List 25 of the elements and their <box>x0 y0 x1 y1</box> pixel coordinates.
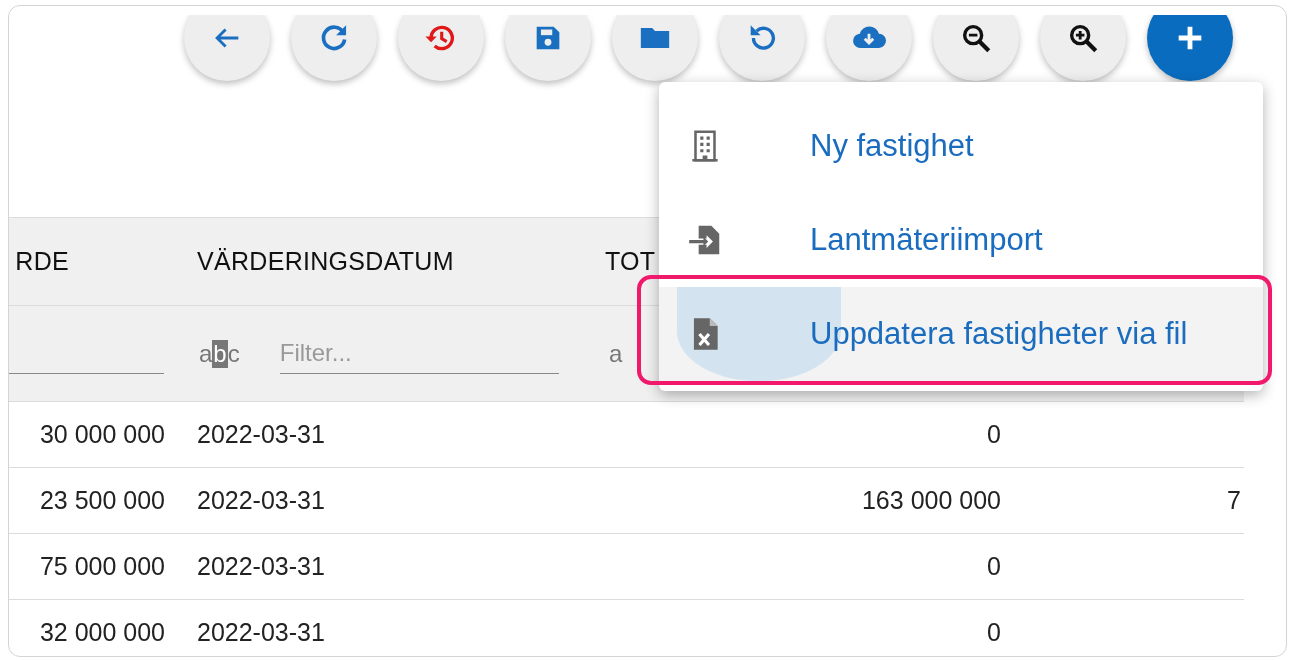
table-cell: 2022-03-31 <box>197 420 325 449</box>
table-cell: 32 000 000 <box>39 618 165 647</box>
table-cell: 163 000 000 <box>861 486 1001 515</box>
table-cell: 2022-03-31 <box>197 618 325 647</box>
add-button[interactable] <box>1147 15 1233 81</box>
table-cell: 2022-03-31 <box>197 486 325 515</box>
table-cell: 0 <box>987 618 1001 647</box>
column-header: VÄRDERINGSDATUM <box>197 247 454 276</box>
column-header: RDE <box>15 247 69 276</box>
table-cell: 0 <box>987 420 1001 449</box>
table-cell: 75 000 000 <box>39 552 165 581</box>
table-cell: 30 000 000 <box>39 420 165 449</box>
table-cell: 0 <box>987 552 1001 581</box>
filter-field[interactable]: Filter... <box>279 333 559 374</box>
text-type-icon: a <box>609 339 623 368</box>
menu-item[interactable]: Lantmäteriimport <box>659 193 1263 287</box>
column-header: TOT <box>605 247 656 276</box>
table-cell: 23 500 000 <box>39 486 165 515</box>
filter-input[interactable]: Filter... <box>279 339 559 367</box>
table-cell: 2022-03-31 <box>197 552 325 581</box>
menu-item[interactable]: Uppdatera fastigheter via fil <box>659 287 1263 381</box>
toolbar-button[interactable] <box>933 15 1019 81</box>
table-cell: 7 <box>1227 486 1241 515</box>
toolbar-button[interactable] <box>1040 15 1126 81</box>
menu-item[interactable]: Ny fastighet <box>659 99 1263 193</box>
